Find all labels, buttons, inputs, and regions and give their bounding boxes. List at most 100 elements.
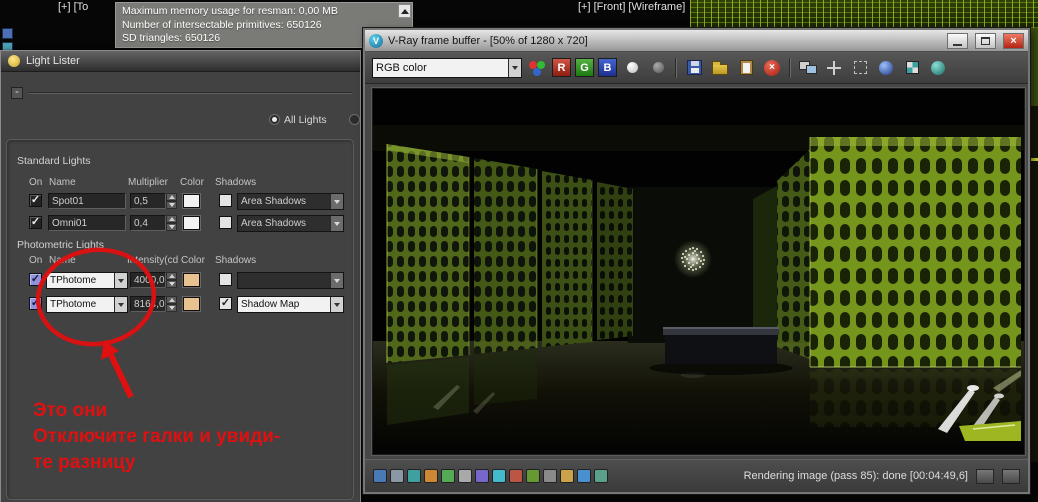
duplicate-to-host-button[interactable] (797, 58, 819, 78)
vfb-status-icon[interactable] (560, 469, 574, 483)
shadow-type-value: Shadow Map (238, 297, 330, 312)
intensity-field[interactable]: 8164,0 (130, 296, 166, 312)
toolbar-separator (675, 58, 677, 78)
shadow-type-dropdown[interactable]: Area Shadows (237, 193, 344, 210)
light-color-swatch[interactable] (183, 216, 200, 230)
vfb-status-icon[interactable] (373, 469, 387, 483)
green-channel-button[interactable]: G (575, 58, 594, 77)
vfb-status-icon[interactable] (407, 469, 421, 483)
options-button[interactable] (1002, 469, 1020, 484)
col-header-name: Name (49, 255, 76, 266)
expand-button[interactable] (976, 469, 994, 484)
light-name-field[interactable]: Spot01 (48, 193, 126, 209)
vfb-status-icon[interactable] (441, 469, 455, 483)
rgb-channels-icon[interactable] (526, 58, 548, 78)
shadow-on-checkbox[interactable]: ✓ (219, 297, 232, 310)
table (649, 327, 793, 375)
col-header-multiplier: Multiplier (128, 177, 168, 188)
light-color-swatch[interactable] (183, 273, 200, 287)
light-on-checkbox[interactable]: ✓ (29, 216, 42, 229)
light-color-swatch[interactable] (183, 194, 200, 208)
shadow-type-value: Area Shadows (238, 216, 330, 231)
vfb-status-icon[interactable] (543, 469, 557, 483)
environment-button[interactable] (927, 58, 949, 78)
standard-light-row: ✓ Omni01 0,4 Area Shadows (1, 215, 360, 233)
close-button[interactable]: × (1003, 33, 1024, 49)
shadow-type-dropdown[interactable]: Shadow Map (237, 296, 344, 313)
memory-info-line: Maximum memory usage for resman: 0,00 MB (122, 5, 396, 19)
sampler-info-button[interactable] (901, 58, 923, 78)
chevron-down-icon (114, 297, 127, 312)
track-mouse-button[interactable] (823, 58, 845, 78)
vfb-status-icon[interactable] (475, 469, 489, 483)
copy-to-clipboard-button[interactable] (735, 58, 757, 78)
viewport-label-front[interactable]: [+] [Front] [Wireframe] (578, 1, 685, 13)
channel-select-dropdown[interactable]: RGB color (372, 58, 522, 78)
standard-light-row: ✓ Spot01 0,5 Area Shadows (1, 193, 360, 211)
light-color-swatch[interactable] (183, 297, 200, 311)
vfb-status-icon[interactable] (390, 469, 404, 483)
viewport-label-top[interactable]: [+] [To (58, 1, 88, 13)
shadow-on-checkbox[interactable] (219, 194, 232, 207)
toolbar-icon-small-1[interactable] (2, 28, 13, 39)
vfb-titlebar[interactable]: V V-Ray frame buffer - [50% of 1280 x 72… (365, 30, 1028, 52)
vfb-status-icon[interactable] (509, 469, 523, 483)
region-render-button[interactable] (849, 58, 871, 78)
load-image-button[interactable] (709, 58, 731, 78)
render-scene (373, 89, 1024, 454)
shadow-type-dropdown[interactable]: Area Shadows (237, 215, 344, 232)
vfb-status-icon[interactable] (458, 469, 472, 483)
window-title: V-Ray frame buffer - [50% of 1280 x 720] (388, 35, 940, 47)
vfb-status-icon[interactable] (577, 469, 591, 483)
col-header-shadows: Shadows (215, 177, 256, 188)
vfb-status-icon[interactable] (526, 469, 540, 483)
multiplier-spinner[interactable] (166, 193, 177, 209)
vfb-status-icon[interactable] (594, 469, 608, 483)
col-header-on: On (29, 255, 42, 266)
light-name-field[interactable]: Omni01 (48, 215, 126, 231)
multiplier-spinner[interactable] (166, 215, 177, 231)
intensity-spinner[interactable] (166, 296, 177, 312)
channel-select-value: RGB color (373, 59, 508, 77)
rollout-collapse-button[interactable]: - (11, 87, 23, 99)
light-on-checkbox[interactable]: ✓ (29, 273, 42, 286)
col-header-color: Color (181, 255, 205, 266)
multiplier-field[interactable]: 0,4 (130, 215, 166, 231)
clear-image-button[interactable]: × (761, 58, 783, 78)
col-header-on: On (29, 177, 42, 188)
vfb-status-icon[interactable] (492, 469, 506, 483)
light-on-checkbox[interactable]: ✓ (29, 194, 42, 207)
scroll-up-button[interactable] (398, 4, 411, 18)
col-header-intensity: Intensity(cd (127, 255, 178, 266)
intensity-spinner[interactable] (166, 272, 177, 288)
render-last-button[interactable] (875, 58, 897, 78)
vfb-status-icon[interactable] (424, 469, 438, 483)
intensity-field[interactable]: 4000,0 (130, 272, 166, 288)
chevron-down-icon (508, 59, 521, 77)
light-name-dropdown[interactable]: TPhotome (46, 272, 128, 289)
restore-button[interactable] (975, 33, 996, 49)
shadow-on-checkbox[interactable] (219, 273, 232, 286)
minimize-button[interactable] (947, 33, 968, 49)
col-header-name: Name (49, 177, 76, 188)
standard-lights-label: Standard Lights (17, 155, 91, 167)
alpha-channel-button[interactable] (621, 58, 643, 78)
shadow-on-checkbox[interactable] (219, 216, 232, 229)
light-lister-window: Light Lister - All Lights Standard Light… (0, 50, 361, 502)
light-name-dropdown[interactable]: TPhotome (46, 296, 128, 313)
blue-channel-button[interactable]: B (598, 58, 617, 77)
light-on-checkbox[interactable]: ✓ (29, 297, 42, 310)
vfb-toolbar: RGB color R G B × (365, 52, 1028, 84)
monochrome-channel-button[interactable] (647, 58, 669, 78)
shadow-type-dropdown[interactable] (237, 272, 344, 289)
red-channel-button[interactable]: R (552, 58, 571, 77)
multiplier-field[interactable]: 0,5 (130, 193, 166, 209)
general-settings-radio[interactable] (349, 114, 360, 125)
photometric-lights-label: Photometric Lights (17, 239, 104, 251)
rendered-image-area[interactable] (372, 88, 1025, 455)
light-lister-titlebar[interactable]: Light Lister (1, 51, 360, 72)
col-header-color: Color (180, 177, 204, 188)
all-lights-row: All Lights (269, 111, 360, 129)
save-image-button[interactable] (683, 58, 705, 78)
all-lights-radio[interactable] (269, 114, 280, 125)
